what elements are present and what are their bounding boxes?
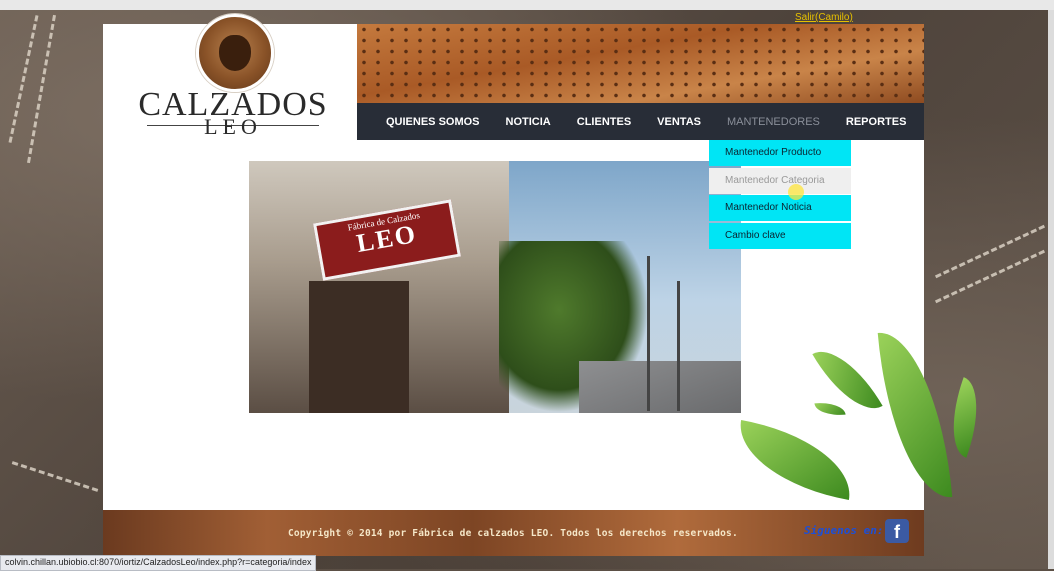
menu-item-cambio-clave[interactable]: Cambio clave (709, 222, 851, 249)
menu-item-mantenedor-producto[interactable]: Mantenedor Producto (709, 140, 851, 166)
street-image (579, 361, 741, 413)
nav-item-reportes[interactable]: REPORTES (833, 116, 920, 128)
leaves-decoration (730, 310, 992, 520)
browser-top-edge (0, 0, 1054, 10)
storefront-photo: Fábrica de Calzados LEO (249, 161, 741, 413)
utility-pole (677, 281, 680, 411)
menu-item-mantenedor-categoria[interactable]: Mantenedor Categoria (709, 167, 851, 194)
footer: Copyright © 2014 por Fábrica de calzados… (103, 510, 924, 556)
nav-item-ventas[interactable]: VENTAS (644, 116, 714, 128)
mantenedores-dropdown: Mantenedor Producto Mantenedor Categoria… (709, 140, 851, 250)
nav-item-quienes-somos[interactable]: QUIENES SOMOS (357, 116, 493, 128)
storefront-window (309, 281, 409, 413)
facebook-icon[interactable]: f (885, 519, 909, 543)
nav-item-mantenedores[interactable]: MANTENEDORES (714, 116, 833, 128)
brand-subtitle: LEO (204, 114, 262, 139)
copyright-text: Copyright © 2014 por Fábrica de calzados… (288, 528, 738, 539)
menu-item-mantenedor-noticia[interactable]: Mantenedor Noticia (709, 195, 851, 222)
hand-cursor-icon (788, 184, 804, 200)
main-navbar: QUIENES SOMOS NOTICIA CLIENTES VENTAS MA… (357, 103, 924, 140)
logout-link[interactable]: Salir(Camilo) (795, 12, 853, 23)
nav-item-noticia[interactable]: NOTICIA (493, 116, 564, 128)
follow-label: Siguenos en: (804, 524, 884, 537)
header-leather-banner (357, 24, 924, 104)
lion-logo-icon[interactable] (196, 14, 274, 92)
scrollbar[interactable] (1048, 10, 1054, 569)
utility-pole (647, 256, 650, 411)
nav-item-clientes[interactable]: CLIENTES (564, 116, 644, 128)
